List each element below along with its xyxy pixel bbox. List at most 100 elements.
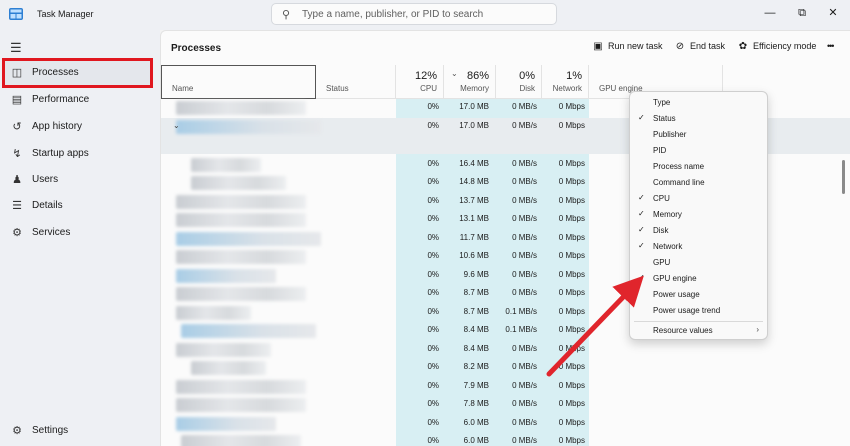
more-options-button[interactable]: •••	[827, 41, 835, 57]
cpu-value: 0%	[427, 251, 439, 260]
title-bar: Task Manager ⚲ — ⧉ ✕	[0, 0, 850, 30]
expand-chevron-icon[interactable]: ⌄	[173, 121, 180, 130]
column-header-disk[interactable]: 0% Disk	[496, 65, 542, 99]
task-manager-app-icon	[9, 8, 23, 20]
sidebar-item-label: Users	[32, 174, 59, 185]
menu-item-cpu[interactable]: ✓ CPU	[630, 191, 767, 207]
sidebar-item-app-history[interactable]: ↺ App history	[4, 114, 154, 140]
performance-icon: ▤	[11, 94, 23, 106]
menu-item-network[interactable]: ✓ Network	[630, 239, 767, 255]
process-name-redacted	[176, 416, 276, 431]
menu-item-command-line[interactable]: Command line	[630, 175, 767, 191]
sidebar-item-services[interactable]: ⚙ Services	[4, 220, 154, 246]
cpu-value: 0%	[427, 306, 439, 316]
column-header-memory[interactable]: ⌄ 86% Memory	[444, 65, 496, 99]
menu-item-pid[interactable]: PID	[630, 143, 767, 159]
sidebar-item-startup-apps[interactable]: ↯ Startup apps	[4, 141, 154, 167]
menu-separator	[634, 321, 763, 322]
cpu-value: 0%	[427, 102, 439, 111]
minimize-button[interactable]: —	[760, 4, 780, 22]
memory-value: 10.6 MB	[459, 251, 489, 260]
network-value: 0 Mbps	[558, 177, 585, 186]
disk-value: 0 MB/s	[512, 102, 537, 111]
process-name-redacted	[176, 194, 306, 209]
sidebar: ☰ ◫ Processes ▤ Performance ↺ App histor…	[0, 30, 160, 446]
column-header-status[interactable]: Status	[316, 65, 396, 99]
run-new-task-button[interactable]: ▣ Run new task	[592, 41, 662, 57]
maximize-button[interactable]: ⧉	[792, 4, 812, 22]
menu-item-resource-values[interactable]: Resource values ›	[630, 323, 767, 339]
sidebar-item-processes[interactable]: ◫ Processes	[2, 58, 153, 88]
process-name-redacted	[176, 305, 251, 320]
network-value: 0 Mbps	[558, 325, 585, 334]
column-header-cpu[interactable]: 12% CPU	[396, 65, 444, 99]
table-row[interactable]: 0% 6.0 MB 0 MB/s 0 Mbps	[161, 433, 850, 446]
details-icon: ☰	[12, 200, 22, 212]
memory-value: 8.7 MB	[463, 288, 489, 297]
network-value: 0 Mbps	[558, 195, 585, 205]
end-task-button[interactable]: ⊘ End task	[674, 41, 725, 57]
table-row[interactable]: 0% 7.8 MB 0 MB/s 0 Mbps	[161, 396, 850, 415]
cpu-value: 0%	[427, 380, 439, 390]
table-row[interactable]: 0% 8.2 MB 0 MB/s 0 Mbps	[161, 359, 850, 378]
memory-value: 6.0 MB	[463, 436, 489, 445]
disk-value: 0 MB/s	[512, 417, 537, 427]
startup-icon: ↯	[12, 148, 22, 160]
memory-value: 8.7 MB	[463, 306, 489, 316]
hamburger-icon[interactable]: ☰	[10, 40, 22, 56]
network-value: 0 Mbps	[558, 120, 585, 130]
table-row[interactable]: 0% 8.4 MB 0 MB/s 0 Mbps	[161, 341, 850, 360]
table-row[interactable]: 0% 7.9 MB 0 MB/s 0 Mbps	[161, 378, 850, 397]
search-box[interactable]: ⚲	[271, 3, 557, 25]
sidebar-item-users[interactable]: ♟ Users	[4, 167, 154, 193]
menu-item-power-usage-trend[interactable]: Power usage trend	[630, 303, 767, 319]
process-name-redacted	[176, 231, 321, 246]
column-header-name[interactable]: Name	[161, 65, 316, 99]
menu-item-type[interactable]: Type	[630, 95, 767, 111]
menu-item-gpu-engine[interactable]: ✓ GPU engine	[630, 271, 767, 287]
sidebar-item-performance[interactable]: ▤ Performance	[4, 87, 154, 113]
search-icon: ⚲	[282, 9, 291, 21]
table-row[interactable]: 0% 6.0 MB 0 MB/s 0 Mbps	[161, 415, 850, 434]
sidebar-item-label: Processes	[32, 67, 79, 78]
memory-value: 16.4 MB	[459, 158, 489, 168]
column-header-network[interactable]: 1% Network	[542, 65, 589, 99]
services-icon: ⚙	[12, 227, 22, 239]
disk-value: 0 MB/s	[512, 120, 537, 130]
sidebar-item-settings[interactable]: ⚙ Settings	[4, 418, 154, 444]
menu-item-memory[interactable]: ✓ Memory	[630, 207, 767, 223]
close-button[interactable]: ✕	[823, 4, 843, 22]
process-name-redacted	[176, 398, 306, 412]
process-name-redacted	[191, 157, 261, 172]
page-title: Processes	[171, 43, 222, 54]
cpu-value: 0%	[427, 417, 439, 427]
sidebar-item-label: Performance	[32, 94, 90, 105]
memory-value: 8.2 MB	[463, 362, 489, 371]
sort-chevron-icon: ⌄	[451, 69, 458, 78]
network-value: 0 Mbps	[558, 380, 585, 390]
menu-item-status[interactable]: ✓ Status	[630, 111, 767, 127]
process-name-redacted	[181, 324, 316, 338]
menu-item-gpu[interactable]: GPU	[630, 255, 767, 271]
process-name-redacted	[176, 379, 306, 394]
checkmark-icon: ✓	[638, 193, 645, 202]
menu-item-power-usage[interactable]: Power usage	[630, 287, 767, 303]
search-input[interactable]	[302, 7, 542, 21]
leaf-icon: ✿	[738, 41, 748, 52]
disk-value: 0 MB/s	[512, 362, 537, 371]
cpu-value: 0%	[427, 158, 439, 168]
network-value: 0 Mbps	[558, 102, 585, 111]
memory-value: 9.6 MB	[463, 269, 489, 279]
checkmark-icon: ✓	[638, 113, 645, 122]
sidebar-item-label: Startup apps	[32, 148, 89, 159]
menu-item-disk[interactable]: ✓ Disk	[630, 223, 767, 239]
menu-item-process-name[interactable]: Process name	[630, 159, 767, 175]
disk-value: 0.1 MB/s	[505, 325, 537, 334]
menu-item-publisher[interactable]: Publisher	[630, 127, 767, 143]
memory-value: 13.1 MB	[459, 214, 489, 223]
sidebar-item-details[interactable]: ☰ Details	[4, 193, 154, 219]
scrollbar-thumb[interactable]	[842, 160, 845, 194]
efficiency-mode-button[interactable]: ✿ Efficiency mode	[737, 41, 817, 57]
checkmark-icon: ✓	[638, 225, 645, 234]
cpu-value: 0%	[427, 177, 439, 186]
